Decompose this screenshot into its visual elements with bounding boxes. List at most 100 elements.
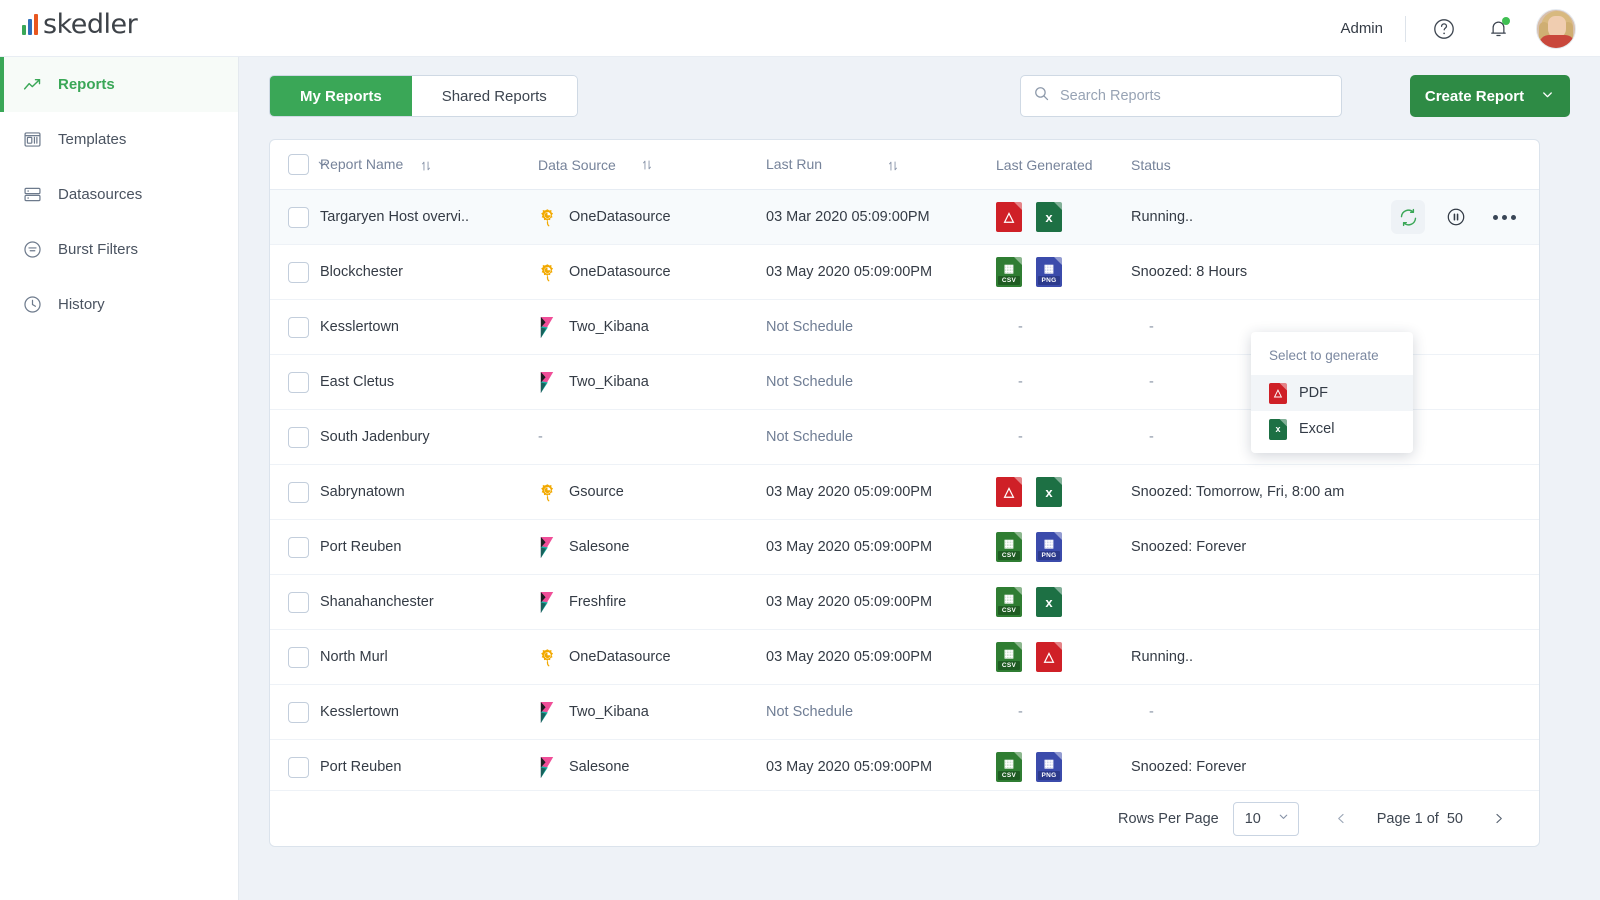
pdf-file-icon[interactable]: △ bbox=[1036, 642, 1062, 672]
row-checkbox[interactable] bbox=[288, 646, 309, 668]
report-name-cell[interactable]: East Cletus bbox=[320, 374, 538, 390]
data-source-label: Two_Kibana bbox=[569, 374, 649, 390]
grafana-icon bbox=[538, 648, 557, 667]
report-name-cell[interactable]: Kesslertown bbox=[320, 319, 538, 335]
table-row[interactable]: Port Reuben Salesone 03 May 2020 05:09:00P… bbox=[270, 520, 1539, 575]
row-select-cell bbox=[270, 371, 320, 393]
table-row[interactable]: Port Reuben Salesone 03 May 2020 05:09:00P… bbox=[270, 740, 1539, 795]
csv-file-icon[interactable]: ▦ CSV bbox=[996, 257, 1022, 287]
row-checkbox[interactable] bbox=[288, 481, 309, 503]
row-checkbox[interactable] bbox=[288, 426, 309, 448]
excel-file-icon[interactable]: x bbox=[1036, 477, 1062, 507]
rows-per-page-select[interactable]: 10 bbox=[1232, 801, 1299, 836]
row-checkbox[interactable] bbox=[288, 591, 309, 613]
tab-shared-reports[interactable]: Shared Reports bbox=[411, 76, 577, 116]
data-source-cell: Salesone bbox=[538, 536, 766, 558]
tab-my-reports[interactable]: My Reports bbox=[270, 76, 412, 116]
last-run-cell: Not Schedule bbox=[766, 374, 854, 390]
sidebar-item-templates[interactable]: Templates bbox=[0, 112, 238, 167]
more-options-icon[interactable] bbox=[1487, 200, 1521, 234]
report-name-cell[interactable]: South Jadenbury bbox=[320, 429, 538, 445]
row-checkbox[interactable] bbox=[288, 316, 309, 338]
column-header-last-run[interactable]: Last Run bbox=[766, 156, 996, 172]
table-row[interactable]: Blockchester OneDatasource 03 May 2020 05:… bbox=[270, 245, 1539, 300]
column-header-last-generated: Last Generated bbox=[996, 157, 1131, 173]
row-checkbox[interactable] bbox=[288, 756, 309, 778]
select-all-checkbox[interactable] bbox=[288, 154, 309, 175]
user-avatar[interactable] bbox=[1536, 8, 1576, 49]
data-source-label: OneDatasource bbox=[569, 209, 671, 225]
sidebar-item-reports[interactable]: Reports bbox=[0, 57, 238, 112]
sort-icon[interactable] bbox=[640, 158, 654, 172]
status-cell: Snoozed: 8 Hours bbox=[1131, 264, 1248, 280]
bell-icon[interactable] bbox=[1482, 13, 1514, 45]
sidebar-item-datasources[interactable]: Datasources bbox=[0, 167, 238, 222]
csv-file-icon[interactable]: ▦ CSV bbox=[996, 642, 1022, 672]
table-pagination-footer: Rows Per Page 10 Page 1 of 50 bbox=[270, 790, 1539, 846]
csv-file-icon[interactable]: ▦ CSV bbox=[996, 752, 1022, 782]
create-report-button[interactable]: Create Report bbox=[1410, 75, 1570, 117]
sidebar-item-label: History bbox=[58, 296, 105, 313]
report-name-cell[interactable]: Kesslertown bbox=[320, 704, 538, 720]
report-name-cell[interactable]: Targaryen Host overvi.. bbox=[320, 209, 538, 225]
png-file-icon[interactable]: ▦ PNG bbox=[1036, 532, 1062, 562]
question-circle-icon[interactable] bbox=[1428, 13, 1460, 45]
report-name-cell[interactable]: Port Reuben bbox=[320, 539, 538, 555]
reports-table-card: Report Name Data Source Last Run Last Ge… bbox=[269, 139, 1540, 847]
pdf-file-icon[interactable]: △ bbox=[996, 477, 1022, 507]
report-name-cell[interactable]: Sabrynatown bbox=[320, 484, 538, 500]
pdf-file-icon[interactable]: △ bbox=[996, 202, 1022, 232]
row-checkbox[interactable] bbox=[288, 206, 309, 228]
last-run-cell: Not Schedule bbox=[766, 429, 854, 445]
top-header-bar: skedler Admin bbox=[0, 0, 1600, 57]
csv-file-icon[interactable]: ▦ CSV bbox=[996, 587, 1022, 617]
last-generated-cell: △ x bbox=[996, 477, 1131, 507]
sort-icon[interactable] bbox=[419, 159, 433, 173]
grafana-icon bbox=[538, 263, 557, 282]
excel-file-icon[interactable]: x bbox=[1036, 587, 1062, 617]
reports-toolbar: My Reports Shared Reports Create Report bbox=[269, 75, 1570, 117]
dropdown-item-pdf[interactable]: △ PDF bbox=[1251, 375, 1413, 411]
table-row[interactable]: North Murl OneDatasource 03 May 2020 05:09… bbox=[270, 630, 1539, 685]
table-row[interactable]: Sabrynatown Gsource 03 May 2020 05:09:00PM… bbox=[270, 465, 1539, 520]
regenerate-icon[interactable] bbox=[1391, 200, 1425, 234]
table-row[interactable]: Shanahanchester Freshfire 03 May 2020 05:0… bbox=[270, 575, 1539, 630]
notification-badge-dot bbox=[1502, 16, 1510, 25]
app-logo[interactable]: skedler bbox=[22, 11, 138, 38]
sidebar-item-history[interactable]: History bbox=[0, 277, 238, 332]
column-label: Last Generated bbox=[996, 156, 1093, 173]
rows-per-page-label: Rows Per Page bbox=[1117, 810, 1219, 827]
row-actions-cell bbox=[1371, 200, 1539, 234]
report-name-cell[interactable]: Blockchester bbox=[320, 264, 538, 280]
row-checkbox[interactable] bbox=[288, 261, 309, 283]
sort-icon[interactable] bbox=[886, 159, 900, 173]
data-source-cell: Freshfire bbox=[538, 591, 766, 613]
prev-page-button[interactable] bbox=[1325, 802, 1359, 836]
row-checkbox[interactable] bbox=[288, 701, 309, 723]
table-row[interactable]: Kesslertown Two_Kibana Not Schedule - - bbox=[270, 685, 1539, 740]
data-source-label: Two_Kibana bbox=[569, 704, 649, 720]
csv-file-icon[interactable]: ▦ CSV bbox=[996, 532, 1022, 562]
clock-icon bbox=[22, 294, 58, 315]
png-file-icon[interactable]: ▦ PNG bbox=[1036, 257, 1062, 287]
row-checkbox[interactable] bbox=[288, 536, 309, 558]
pause-icon[interactable] bbox=[1439, 200, 1473, 234]
report-name-cell[interactable]: North Murl bbox=[320, 649, 538, 665]
png-file-icon[interactable]: ▦ PNG bbox=[1036, 752, 1062, 782]
report-name-cell[interactable]: Port Reuben bbox=[320, 759, 538, 775]
table-row[interactable]: Targaryen Host overvi.. OneDatasource 03 M… bbox=[270, 190, 1539, 245]
column-header-data-source[interactable]: Data Source bbox=[538, 157, 766, 173]
last-run-cell: 03 May 2020 05:09:00PM bbox=[766, 649, 933, 665]
column-label: Last Run bbox=[766, 156, 823, 173]
dropdown-item-excel[interactable]: x Excel bbox=[1251, 411, 1413, 447]
sidebar-nav: Reports Templates Datasources Burst Filt… bbox=[0, 57, 239, 900]
search-input[interactable] bbox=[1060, 88, 1329, 104]
row-checkbox[interactable] bbox=[288, 371, 309, 393]
search-reports-box[interactable] bbox=[1020, 75, 1342, 117]
report-name-cell[interactable]: Shanahanchester bbox=[320, 594, 538, 610]
excel-file-icon[interactable]: x bbox=[1036, 202, 1062, 232]
next-page-button[interactable] bbox=[1481, 802, 1515, 836]
sidebar-item-burst-filters[interactable]: Burst Filters bbox=[0, 222, 238, 277]
column-header-report-name[interactable]: Report Name bbox=[320, 156, 538, 172]
page-indicator: Page 1 of 50 bbox=[1376, 810, 1463, 827]
